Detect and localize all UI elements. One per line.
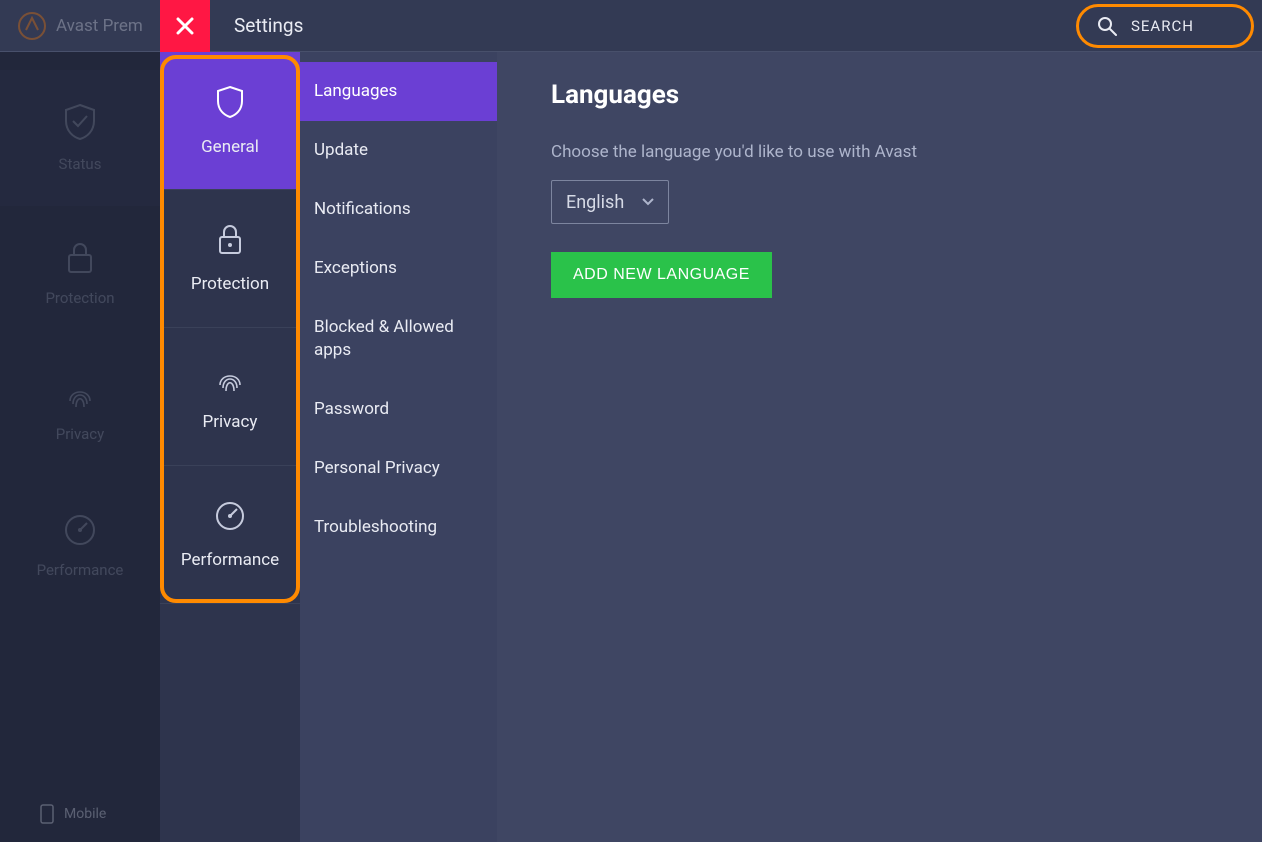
gauge-icon — [214, 500, 246, 532]
settings-cat-privacy[interactable]: Privacy — [160, 328, 300, 466]
sub-item-personal-privacy[interactable]: Personal Privacy — [300, 439, 497, 498]
main-nav-label: Performance — [37, 561, 124, 579]
sub-item-blocked-allowed[interactable]: Blocked & Allowed apps — [300, 298, 497, 380]
sub-item-password[interactable]: Password — [300, 380, 497, 439]
add-language-button[interactable]: ADD NEW LANGUAGE — [551, 252, 772, 298]
gauge-icon — [63, 513, 97, 547]
main-nav: Status Protection Privacy Performance — [0, 52, 160, 842]
language-select[interactable]: English — [551, 180, 669, 224]
main-nav-status[interactable]: Status — [0, 70, 160, 206]
close-button[interactable] — [160, 0, 210, 52]
shield-check-icon — [63, 103, 97, 141]
main-nav-label: Privacy — [56, 425, 104, 443]
app-name: Avast Prem — [56, 16, 143, 36]
sub-item-notifications[interactable]: Notifications — [300, 180, 497, 239]
settings-cat-performance[interactable]: Performance — [160, 466, 300, 604]
settings-cat-label: General — [201, 137, 259, 157]
fingerprint-icon — [215, 362, 245, 394]
chevron-down-icon — [642, 198, 654, 206]
settings-cat-general[interactable]: General — [160, 52, 300, 190]
settings-cat-protection[interactable]: Protection — [160, 190, 300, 328]
page-title: Settings — [234, 14, 303, 37]
content-panel: Languages Choose the language you'd like… — [497, 52, 1262, 842]
main-nav-protection[interactable]: Protection — [0, 206, 160, 342]
avast-logo-icon — [18, 12, 46, 40]
main-nav-label: Status — [59, 155, 102, 173]
main-nav-privacy[interactable]: Privacy — [0, 342, 160, 478]
search-icon — [1097, 16, 1117, 36]
settings-sub-list: Languages Update Notifications Exception… — [300, 52, 497, 842]
app-logo-area: Avast Prem — [0, 12, 160, 40]
settings-cat-label: Privacy — [203, 412, 258, 432]
close-icon — [176, 17, 194, 35]
lock-icon — [216, 224, 244, 256]
fingerprint-icon — [64, 377, 96, 411]
language-select-value: English — [566, 192, 624, 213]
settings-cat-label: Performance — [181, 550, 279, 570]
search-label: SEARCH — [1131, 17, 1194, 35]
search-button[interactable]: SEARCH — [1076, 4, 1254, 48]
content-helper-text: Choose the language you'd like to use wi… — [551, 142, 1208, 162]
settings-category-nav: General Protection Privacy Performance — [160, 52, 300, 842]
lock-icon — [65, 241, 95, 275]
sub-item-languages[interactable]: Languages — [300, 62, 497, 121]
sub-item-troubleshooting[interactable]: Troubleshooting — [300, 498, 497, 557]
settings-cat-label: Protection — [191, 274, 269, 294]
content-heading: Languages — [551, 80, 1208, 110]
shield-icon — [215, 85, 245, 119]
sub-item-exceptions[interactable]: Exceptions — [300, 239, 497, 298]
main-nav-label: Protection — [45, 289, 114, 307]
main-nav-performance[interactable]: Performance — [0, 478, 160, 614]
sub-item-update[interactable]: Update — [300, 121, 497, 180]
